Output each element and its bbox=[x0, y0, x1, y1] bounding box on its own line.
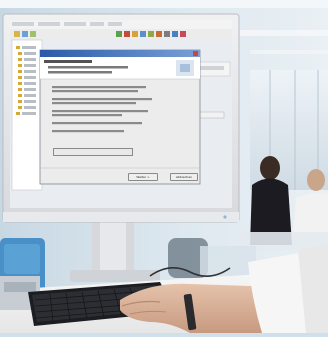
wizard-titlebar bbox=[40, 50, 200, 57]
ceiling-strip bbox=[0, 0, 328, 8]
check-button[interactable] bbox=[53, 148, 133, 156]
person-head-left bbox=[260, 156, 280, 180]
next-button[interactable]: Weiter > bbox=[128, 173, 158, 181]
photo-svg bbox=[0, 0, 328, 333]
photo-scene: Weiter > Abbrechen bbox=[0, 0, 328, 333]
cancel-button[interactable]: Abbrechen bbox=[170, 173, 198, 181]
setup-wizard-dialog bbox=[39, 49, 201, 185]
close-icon bbox=[193, 51, 198, 56]
person-head-right bbox=[307, 169, 325, 191]
